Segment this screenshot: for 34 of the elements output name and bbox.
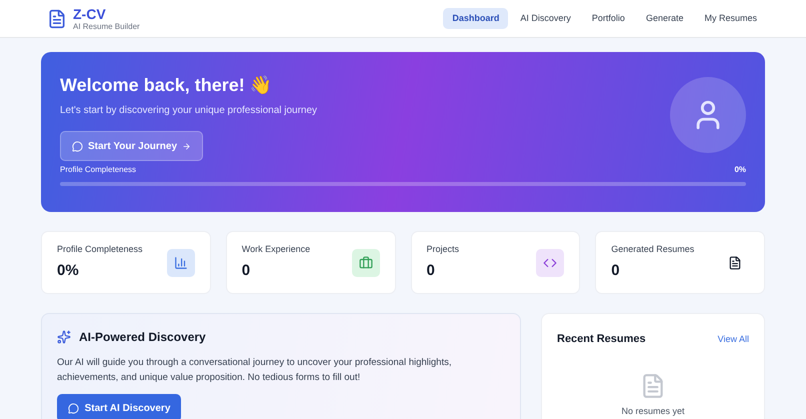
progress-label: Profile Completeness <box>60 164 136 176</box>
nav-tab[interactable]: Generate <box>636 8 692 29</box>
nav-tab[interactable]: AI Discovery <box>511 8 580 29</box>
bar-chart-icon <box>174 256 188 270</box>
arrow-right-icon <box>182 142 192 150</box>
start-journey-button[interactable]: Start Your Journey <box>60 131 203 161</box>
view-all-link[interactable]: View All <box>718 332 749 346</box>
briefcase-icon <box>358 256 372 270</box>
nav-tab[interactable]: Portfolio <box>582 8 634 29</box>
sparkles-icon <box>57 330 71 344</box>
stat-value: 0 <box>611 260 621 280</box>
brand-name: Z-CV <box>73 6 107 20</box>
speech-bubble-icon <box>68 402 79 414</box>
stat-value: 0% <box>57 260 80 280</box>
stat-label: Generated Resumes <box>611 243 694 256</box>
start-discovery-button[interactable]: Start AI Discovery <box>57 394 181 419</box>
stat-value: 0 <box>426 260 436 280</box>
welcome-subtitle: Let's start by discovering your unique professional journey <box>60 104 318 118</box>
discovery-text: Our AI will guide you through a conversational journey to uncover your professional highlights, achievements, and unique value proposition. No tedious forms to fill out! <box>57 356 452 385</box>
stat-label: Work Experience <box>242 243 310 256</box>
stat-label: Profile Completeness <box>57 243 143 256</box>
stat-label: Projects <box>426 243 460 256</box>
progress-value: 0% <box>734 164 746 176</box>
welcome-title: Welcome back, there! 👋 <box>60 74 273 97</box>
empty-message: No resumes yet <box>621 404 685 418</box>
document-logo-icon <box>47 8 67 30</box>
document-icon <box>728 256 742 270</box>
nav-tab[interactable]: Dashboard <box>443 8 508 29</box>
brand-tagline: AI Resume Builder <box>73 22 140 30</box>
stat-value: 0 <box>242 260 252 280</box>
nav-tab[interactable]: My Resumes <box>695 8 766 29</box>
speech-bubble-icon <box>72 140 83 152</box>
recent-title: Recent Resumes <box>557 332 646 347</box>
discovery-title: AI-Powered Discovery <box>79 329 206 346</box>
